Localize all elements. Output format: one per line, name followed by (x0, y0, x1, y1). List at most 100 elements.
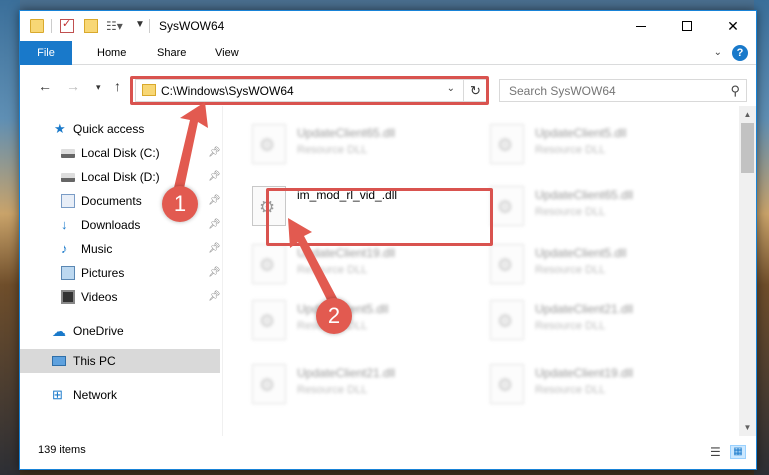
tab-share[interactable]: Share (157, 41, 186, 65)
dll-file-icon (252, 300, 286, 340)
sidebar-item-label: Network (73, 388, 118, 402)
view-options-icon[interactable]: ☷▾ (106, 19, 124, 33)
ribbon-tabs: File Home Share View ⌄ ? (20, 41, 756, 65)
file-list: UpdateClient65.dll Resource DLL UpdateCl… (223, 106, 739, 436)
file-type: Resource DLL (535, 144, 606, 156)
file-item[interactable]: UpdateClient5.dll Resource DLL (247, 294, 477, 344)
download-icon: ↓ (61, 217, 68, 232)
pin-icon[interactable]: 📌︎ (208, 285, 221, 309)
navigation-bar: ← → ▾ ↑ C:\Windows\SysWOW64 ⌄ ↻ ⚲ (20, 66, 756, 106)
pc-icon (52, 356, 66, 366)
sidebar-item-onedrive[interactable]: ☁ OneDrive (20, 319, 220, 343)
dll-file-icon (490, 244, 524, 284)
status-bar: 139 items ☰ ▦ (20, 436, 756, 469)
file-item[interactable]: UpdateClient5.dll Resource DLL (485, 238, 715, 288)
close-icon: ✕ (727, 17, 739, 34)
item-count: 139 items (38, 444, 86, 456)
title-separator (149, 19, 150, 33)
pin-icon[interactable]: 📌︎ (208, 189, 221, 213)
videos-icon (61, 290, 75, 304)
file-type: Resource DLL (297, 144, 368, 156)
file-item[interactable]: UpdateClient5.dll Resource DLL (485, 118, 715, 168)
music-icon: ♪ (61, 241, 68, 256)
navigation-pane: ★ Quick access Local Disk (C:) 📌︎ Local … (20, 111, 222, 431)
customize-toolbar-icon[interactable]: ▼ (135, 19, 145, 30)
sidebar-item-quick-access[interactable]: ★ Quick access (20, 117, 220, 141)
pin-icon[interactable]: 📌︎ (208, 261, 221, 285)
file-name: UpdateClient5.dll (535, 126, 627, 140)
callout-step-1: 1 (162, 186, 198, 222)
sidebar-item-music[interactable]: ♪ Music 📌︎ (20, 237, 221, 261)
sidebar-item-label: Pictures (81, 266, 125, 280)
file-name: UpdateClient19.dll (297, 246, 396, 260)
file-name: UpdateClient21.dll (297, 366, 396, 380)
file-name: UpdateClient5.dll (535, 246, 627, 260)
pin-icon[interactable]: 📌︎ (208, 141, 221, 165)
sidebar-item-local-disk-d[interactable]: Local Disk (D:) 📌︎ (20, 165, 221, 189)
pin-icon[interactable]: 📌︎ (208, 165, 221, 189)
maximize-button[interactable] (664, 11, 710, 41)
sidebar-item-local-disk-c[interactable]: Local Disk (C:) 📌︎ (20, 141, 221, 165)
recent-locations-icon[interactable]: ▾ (96, 82, 101, 93)
file-item[interactable]: UpdateClient21.dll Resource DLL (485, 294, 715, 344)
sidebar-item-label: Music (81, 242, 113, 256)
back-arrow-icon[interactable]: ← (38, 78, 52, 94)
sidebar-item-label: Videos (81, 290, 118, 304)
network-icon: ⊞ (52, 387, 63, 402)
sidebar-item-label: Local Disk (D:) (81, 170, 160, 184)
file-name: UpdateClient65.dll (297, 126, 396, 140)
sidebar-item-network[interactable]: ⊞ Network (20, 383, 220, 407)
sidebar-item-label: OneDrive (73, 324, 124, 338)
new-folder-icon[interactable] (84, 19, 98, 33)
scroll-up-icon[interactable]: ▲ (739, 106, 756, 123)
explorer-window: ☷▾ ▼ SysWOW64 ✕ File Home Share View ⌄ ?… (19, 10, 757, 470)
help-icon[interactable]: ? (732, 45, 748, 61)
tab-file[interactable]: File (20, 41, 72, 65)
dll-file-icon (252, 244, 286, 284)
file-type: Resource DLL (535, 384, 606, 396)
file-type: Resource DLL (297, 384, 368, 396)
minimize-button[interactable] (618, 11, 664, 41)
sidebar-item-videos[interactable]: Videos 📌︎ (20, 285, 221, 309)
title-bar: ☷▾ ▼ SysWOW64 ✕ (20, 11, 756, 41)
maximize-icon (682, 21, 692, 31)
tab-home[interactable]: Home (97, 41, 126, 65)
disk-icon (61, 149, 75, 158)
file-name: UpdateClient65.dll (535, 188, 634, 202)
star-icon: ★ (54, 121, 66, 136)
details-view-icon[interactable]: ☰ (710, 445, 726, 459)
file-item[interactable]: UpdateClient19.dll Resource DLL (485, 358, 715, 408)
file-item[interactable]: UpdateClient21.dll Resource DLL (247, 358, 477, 408)
tab-view[interactable]: View (215, 41, 239, 65)
up-arrow-icon[interactable]: ↑ (114, 78, 121, 94)
expand-ribbon-icon[interactable]: ⌄ (714, 47, 722, 58)
pin-icon[interactable]: 📌︎ (208, 237, 221, 261)
cloud-icon: ☁ (52, 323, 66, 339)
disk-icon (61, 173, 75, 182)
minimize-icon (636, 25, 646, 27)
pin-icon[interactable]: 📌︎ (208, 213, 221, 237)
scroll-down-icon[interactable]: ▼ (739, 419, 756, 436)
file-type: Resource DLL (535, 206, 606, 218)
large-icons-view-icon[interactable]: ▦ (730, 445, 746, 459)
properties-icon[interactable] (60, 17, 74, 33)
file-item[interactable]: UpdateClient65.dll Resource DLL (485, 180, 715, 230)
vertical-scrollbar[interactable]: ▲ ▼ (739, 106, 756, 436)
file-item[interactable]: UpdateClient65.dll Resource DLL (247, 118, 477, 168)
search-box[interactable]: ⚲ (499, 79, 747, 102)
address-bar-highlight (130, 76, 489, 105)
file-type: Resource DLL (297, 264, 368, 276)
search-input[interactable] (500, 80, 720, 101)
forward-arrow-icon[interactable]: → (66, 78, 80, 94)
scrollbar-thumb[interactable] (741, 123, 754, 173)
desktop-wallpaper-left (0, 0, 20, 475)
file-type: Resource DLL (535, 320, 606, 332)
sidebar-item-this-pc[interactable]: This PC (20, 349, 220, 373)
file-highlight (266, 188, 493, 246)
close-button[interactable]: ✕ (710, 11, 756, 41)
search-icon[interactable]: ⚲ (730, 83, 740, 99)
sidebar-item-label: This PC (73, 354, 116, 368)
sidebar-item-pictures[interactable]: Pictures 📌︎ (20, 261, 221, 285)
pictures-icon (61, 266, 75, 280)
folder-icon[interactable] (30, 19, 44, 33)
